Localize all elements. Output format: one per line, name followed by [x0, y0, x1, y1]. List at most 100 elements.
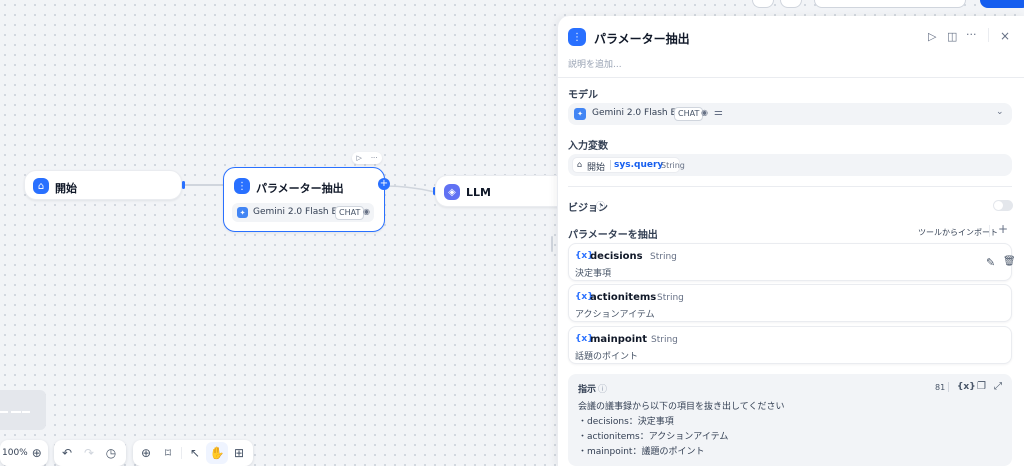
node-quick-actions: ▷ ··· — [352, 152, 382, 164]
param-type: String — [651, 335, 678, 345]
close-icon[interactable]: × — [1000, 29, 1010, 43]
extract-params-label: パラメーターを抽出 — [568, 230, 658, 241]
input-var-field[interactable]: ⌂ 開始 sys.query String — [568, 154, 1012, 176]
canvas-toolbar: ⊕ ⌑ ↖ ✋ ⊞ — [133, 440, 253, 466]
var-type: String — [661, 161, 685, 170]
help-icon[interactable]: ⓘ — [596, 199, 605, 212]
top-toolbar-button[interactable] — [780, 0, 802, 8]
description-input[interactable]: 説明を追加... — [568, 57, 622, 70]
param-desc: 決定事項 — [575, 269, 612, 279]
param-type: String — [657, 293, 684, 303]
help-icon[interactable]: ⓘ — [598, 382, 607, 395]
instruction-editor[interactable]: 指示 ⓘ 81 {x} ❐ ⤢ 会議の議事録から以下の項目を抜き出してください … — [568, 374, 1012, 466]
instruction-line: ・decisions：決定事項 — [578, 417, 674, 427]
add-param-icon[interactable]: + — [998, 222, 1008, 236]
undo-icon[interactable]: ↶ — [56, 442, 78, 464]
param-node-title: パラメーター抽出 — [256, 182, 344, 195]
char-count: 81 — [935, 383, 946, 392]
model-label: モデル — [568, 90, 598, 101]
toggle-knob — [994, 201, 1003, 210]
llm-node-title: LLM — [466, 186, 491, 199]
param-extractor-node[interactable]: ⋮ パラメーター抽出 ✦ Gemini 2.0 Flash E... CHAT … — [223, 167, 385, 232]
add-next-node-icon[interactable]: + — [378, 178, 390, 190]
gemini-icon: ✦ — [574, 108, 586, 120]
start-node[interactable]: ⌂ 開始 — [24, 170, 182, 200]
more-icon[interactable]: ··· — [371, 154, 378, 162]
start-node-title: 開始 — [55, 182, 77, 195]
gemini-icon: ✦ — [237, 207, 248, 218]
more-icon[interactable]: ··· — [966, 28, 977, 41]
minimap[interactable] — [0, 390, 46, 430]
divider — [948, 382, 949, 392]
import-from-tool-button[interactable]: ツールからインポート — [918, 227, 998, 238]
instruction-line: 会議の議事録から以下の項目を抜き出してください — [578, 402, 785, 412]
model-params-icon[interactable]: ⚌ — [714, 107, 723, 118]
model-tag: CHAT — [335, 206, 365, 220]
delete-icon[interactable]: 🗑 — [1003, 256, 1016, 267]
param-node-model-name: Gemini 2.0 Flash E... — [253, 207, 346, 217]
run-icon[interactable]: ▷ — [928, 30, 936, 43]
copy-icon[interactable]: ❐ — [977, 381, 986, 392]
minimap-node — [11, 411, 21, 413]
zoom-toolbar: 100% ⊕ — [0, 440, 48, 466]
zoom-in-icon[interactable]: ⊕ — [28, 442, 46, 464]
zoom-level[interactable]: 100% — [2, 448, 28, 458]
param-name: decisions — [590, 251, 643, 262]
instruction-text[interactable]: 会議の議事録から以下の項目を抜き出してください ・decisions：決定事項 … — [578, 400, 784, 460]
organize-icon[interactable]: ⊞ — [228, 442, 250, 464]
edit-icon[interactable]: ✎ — [986, 256, 995, 269]
param-type: String — [650, 252, 677, 262]
insert-variable-icon[interactable]: {x} — [957, 382, 976, 392]
instruction-line: ・actionitems：アクションアイテム — [578, 432, 729, 442]
add-node-icon[interactable]: ⊕ — [135, 442, 157, 464]
var-name: sys.query — [614, 160, 664, 170]
redo-icon[interactable]: ↷ — [78, 442, 100, 464]
var-chip: ⌂ 開始 sys.query String — [572, 157, 685, 173]
divider — [558, 77, 1024, 78]
run-node-icon[interactable]: ▷ — [356, 154, 361, 162]
instruction-line: ・mainpoint：議題のポイント — [578, 447, 705, 457]
expand-icon[interactable]: ⤢ — [994, 381, 1002, 392]
divider — [610, 160, 611, 170]
input-var-label: 入力変数 — [568, 141, 608, 152]
history-toolbar: ↶ ↷ ◷ — [54, 440, 126, 466]
param-extractor-icon: ⋮ — [568, 28, 586, 46]
llm-node[interactable]: ◈ LLM — [435, 175, 560, 207]
llm-icon: ◈ — [444, 184, 460, 200]
param-card[interactable]: {x} decisions String 決定事項 ✎ 🗑 — [568, 243, 1016, 281]
param-extractor-icon: ⋮ — [234, 178, 250, 194]
eye-icon: ◉ — [701, 108, 708, 117]
divider — [988, 28, 989, 42]
history-icon[interactable]: ◷ — [100, 442, 122, 464]
edge-start-param — [183, 184, 223, 186]
pointer-icon[interactable]: ↖ — [184, 442, 206, 464]
param-desc: アクションアイテム — [575, 310, 655, 320]
model-tag: CHAT — [674, 107, 704, 121]
divider — [989, 225, 990, 237]
chevron-down-icon: ⌄ — [996, 107, 1004, 117]
param-name: actionitems — [590, 292, 657, 303]
top-toolbar-button[interactable] — [752, 0, 774, 8]
minimap-node — [0, 411, 8, 413]
panel-resize-handle[interactable] — [551, 236, 553, 252]
vision-toggle[interactable] — [993, 200, 1013, 211]
home-icon: ⌂ — [577, 160, 583, 169]
add-note-icon[interactable]: ⌑ — [157, 442, 179, 464]
eye-icon: ◉ — [363, 207, 370, 216]
help-book-icon[interactable]: ◫ — [947, 30, 957, 43]
var-node-name: 開始 — [587, 163, 606, 173]
param-card[interactable]: {x} mainpoint String 話題のポイント — [568, 326, 1012, 364]
param-name: mainpoint — [590, 334, 648, 345]
publish-button[interactable] — [980, 0, 1024, 8]
start-node-handle[interactable] — [182, 181, 185, 189]
param-card[interactable]: {x} actionitems String アクションアイテム — [568, 284, 1012, 322]
instruction-label: 指示 — [578, 385, 597, 395]
edge-param-llm — [384, 184, 436, 194]
model-selector[interactable]: ✦ Gemini 2.0 Flash Exp CHAT ◉ ⚌ ⌄ — [568, 103, 1012, 125]
param-desc: 話題のポイント — [575, 352, 639, 362]
hand-icon[interactable]: ✋ — [206, 442, 228, 464]
panel-title[interactable]: パラメーター抽出 — [594, 30, 690, 47]
node-settings-panel: ⋮ パラメーター抽出 ▷ ◫ ··· × 説明を追加... モデル ✦ Gemi… — [557, 16, 1024, 466]
top-toolbar-control[interactable] — [814, 0, 966, 8]
param-node-model: ✦ Gemini 2.0 Flash E... CHAT ◉ — [232, 203, 374, 222]
